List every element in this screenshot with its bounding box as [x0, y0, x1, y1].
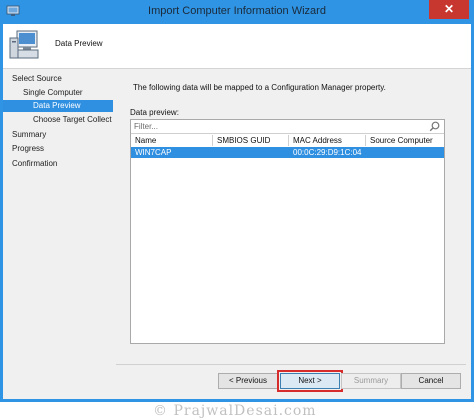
nav-item-choose-target-collection[interactable]: Choose Target Collect [33, 114, 112, 126]
filter-bar [131, 120, 444, 134]
footer-divider [116, 364, 466, 365]
close-icon: ✕ [443, 2, 455, 16]
nav-item-select-source[interactable]: Select Source [12, 73, 62, 85]
data-preview-grid[interactable]: Name SMBIOS GUID MAC Address Source Comp… [130, 119, 445, 344]
nav-item-confirmation[interactable]: Confirmation [12, 158, 57, 170]
summary-button: Summary [341, 373, 401, 389]
cell-name: WIN7CAP [135, 148, 172, 157]
nav-item-data-preview[interactable]: Data Preview [3, 100, 113, 112]
wizard-content: The following data will be mapped to a C… [119, 69, 471, 369]
nav-item-progress[interactable]: Progress [12, 143, 44, 155]
column-header-smbios-guid[interactable]: SMBIOS GUID [213, 135, 289, 146]
cell-source-computer [366, 147, 444, 158]
page-title: Data Preview [55, 39, 103, 48]
next-button[interactable]: Next > [280, 373, 340, 389]
search-icon[interactable] [429, 121, 440, 132]
close-button[interactable]: ✕ [429, 0, 469, 19]
column-header-source-computer[interactable]: Source Computer [366, 135, 444, 146]
cell-mac-address: 00:0C:29:D9:1C:04 [293, 148, 362, 157]
previous-button[interactable]: < Previous [218, 373, 278, 389]
title-bar[interactable]: Import Computer Information Wizard ✕ [0, 0, 474, 24]
column-header-name[interactable]: Name [131, 135, 213, 146]
wizard-window: Import Computer Information Wizard ✕ Dat… [0, 0, 474, 419]
column-header-mac-address[interactable]: MAC Address [289, 135, 366, 146]
filter-input[interactable] [134, 121, 414, 132]
wizard-header: Data Preview [3, 24, 471, 69]
wizard-client-area: Data Preview Select Source Single Comput… [3, 24, 471, 419]
wizard-steps-nav: Select Source Single Computer Data Previ… [3, 69, 113, 399]
table-row[interactable]: WIN7CAP 00:0C:29:D9:1C:04 [131, 147, 444, 158]
data-preview-label: Data preview: [130, 108, 179, 117]
watermark: © PrajwalDesai.com [153, 403, 317, 419]
info-text: The following data will be mapped to a C… [133, 83, 386, 92]
cancel-button[interactable]: Cancel [401, 373, 461, 389]
nav-item-summary[interactable]: Summary [12, 129, 46, 141]
cell-smbios-guid [213, 147, 289, 158]
nav-item-single-computer[interactable]: Single Computer [23, 87, 83, 99]
computer-icon [9, 30, 39, 59]
window-title: Import Computer Information Wizard [148, 5, 326, 17]
